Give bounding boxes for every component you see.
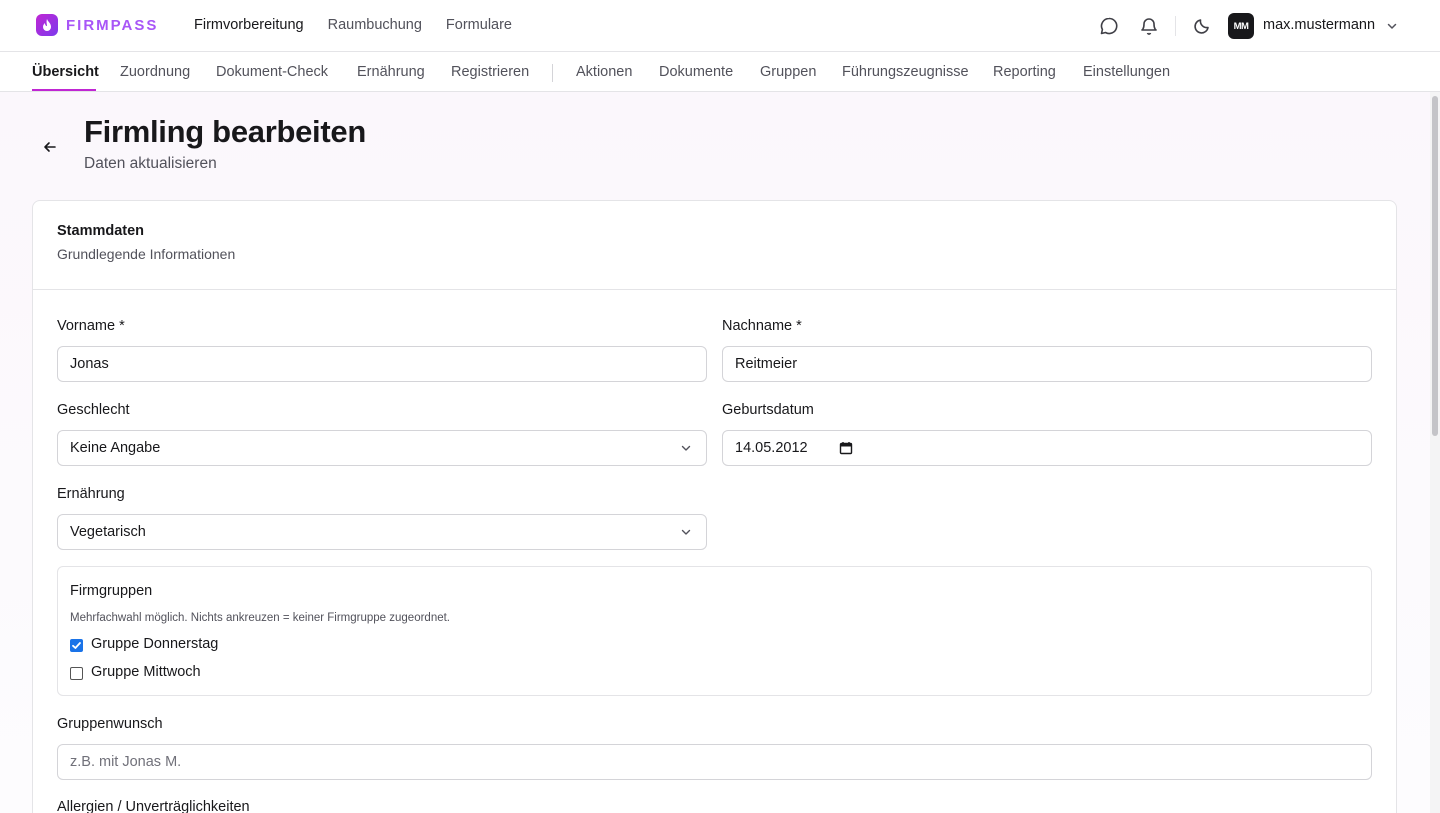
vorname-label: Vorname * — [57, 318, 125, 334]
tab-registrieren[interactable]: Registrieren — [451, 64, 529, 80]
page-title: Firmling bearbeiten — [84, 114, 366, 149]
top-bar: FIRMPASS Firmvorbereitung Raumbuchung Fo… — [0, 0, 1440, 52]
tab-reporting[interactable]: Reporting — [993, 64, 1056, 80]
main-nav: Firmvorbereitung Raumbuchung Formulare — [194, 17, 536, 33]
tab-fuehrungszeugnisse[interactable]: Führungszeugnisse — [842, 64, 969, 80]
chevron-down-icon[interactable] — [1386, 19, 1398, 37]
user-name[interactable]: max.mustermann — [1263, 17, 1375, 33]
allergien-label: Allergien / Unverträglichkeiten — [57, 799, 250, 813]
nachname-value: Reitmeier — [735, 356, 798, 372]
calendar-icon[interactable] — [839, 441, 853, 459]
geschlecht-select[interactable]: Keine Angabe — [57, 430, 707, 466]
gruppenwunsch-placeholder: z.B. mit Jonas M. — [70, 754, 182, 770]
card-description: Grundlegende Informationen — [57, 246, 236, 262]
flame-icon — [36, 14, 58, 36]
vorname-input[interactable]: Jonas — [57, 346, 707, 382]
active-tab-indicator — [32, 89, 96, 91]
scrollbar-thumb[interactable] — [1432, 96, 1438, 436]
firmgruppen-title: Firmgruppen — [70, 583, 153, 599]
avatar[interactable]: MM — [1228, 13, 1254, 39]
checkbox-label-gruppe-mittwoch[interactable]: Gruppe Mittwoch — [91, 664, 201, 680]
stammdaten-card — [32, 200, 1397, 813]
nav-raumbuchung[interactable]: Raumbuchung — [328, 17, 422, 33]
geburtsdatum-label: Geburtsdatum — [722, 402, 814, 418]
checkbox-label-gruppe-donnerstag[interactable]: Gruppe Donnerstag — [91, 636, 218, 652]
nachname-input[interactable]: Reitmeier — [722, 346, 1372, 382]
card-title: Stammdaten — [57, 223, 145, 239]
toolbar-divider — [1175, 16, 1176, 36]
tab-einstellungen[interactable]: Einstellungen — [1083, 64, 1170, 80]
tab-aktionen[interactable]: Aktionen — [576, 64, 632, 80]
card-divider — [33, 289, 1396, 290]
tab-uebersicht[interactable]: Übersicht — [32, 64, 99, 80]
chat-icon[interactable] — [1099, 16, 1119, 36]
gruppenwunsch-input[interactable]: z.B. mit Jonas M. — [57, 744, 1372, 780]
brand-logo[interactable]: FIRMPASS — [36, 14, 158, 36]
ernaehrung-select[interactable]: Vegetarisch — [57, 514, 707, 550]
firmgruppen-hint: Mehrfachwahl möglich. Nichts ankreuzen =… — [70, 612, 451, 624]
sub-nav: Übersicht Zuordnung Dokument-Check Ernäh… — [0, 52, 1440, 92]
chevron-down-icon — [680, 526, 692, 542]
nav-firmvorbereitung[interactable]: Firmvorbereitung — [194, 17, 304, 33]
checkbox-gruppe-donnerstag[interactable] — [70, 639, 83, 652]
geschlecht-value: Keine Angabe — [70, 440, 161, 456]
gruppenwunsch-label: Gruppenwunsch — [57, 716, 163, 732]
back-arrow-icon[interactable] — [40, 137, 60, 157]
tab-dokumente[interactable]: Dokumente — [659, 64, 733, 80]
nav-formulare[interactable]: Formulare — [446, 17, 512, 33]
brand-name: FIRMPASS — [66, 16, 159, 34]
geburtsdatum-value: 14.05.2012 — [735, 440, 808, 456]
geburtsdatum-input[interactable]: 14.05.2012 — [722, 430, 1372, 466]
tab-dokument-check[interactable]: Dokument-Check — [216, 64, 328, 80]
page-subtitle: Daten aktualisieren — [84, 155, 217, 172]
subnav-separator — [552, 64, 553, 82]
tab-zuordnung[interactable]: Zuordnung — [120, 64, 190, 80]
vorname-value: Jonas — [70, 356, 109, 372]
moon-icon[interactable] — [1192, 16, 1212, 36]
tab-ernaehrung[interactable]: Ernährung — [357, 64, 425, 80]
bell-icon[interactable] — [1139, 16, 1159, 36]
checkbox-gruppe-mittwoch[interactable] — [70, 667, 83, 680]
ernaehrung-value: Vegetarisch — [70, 524, 146, 540]
tab-gruppen[interactable]: Gruppen — [760, 64, 816, 80]
firmgruppen-fieldset — [57, 566, 1372, 696]
ernaehrung-label: Ernährung — [57, 486, 125, 502]
geschlecht-label: Geschlecht — [57, 402, 130, 418]
nachname-label: Nachname * — [722, 318, 802, 334]
chevron-down-icon — [680, 442, 692, 458]
